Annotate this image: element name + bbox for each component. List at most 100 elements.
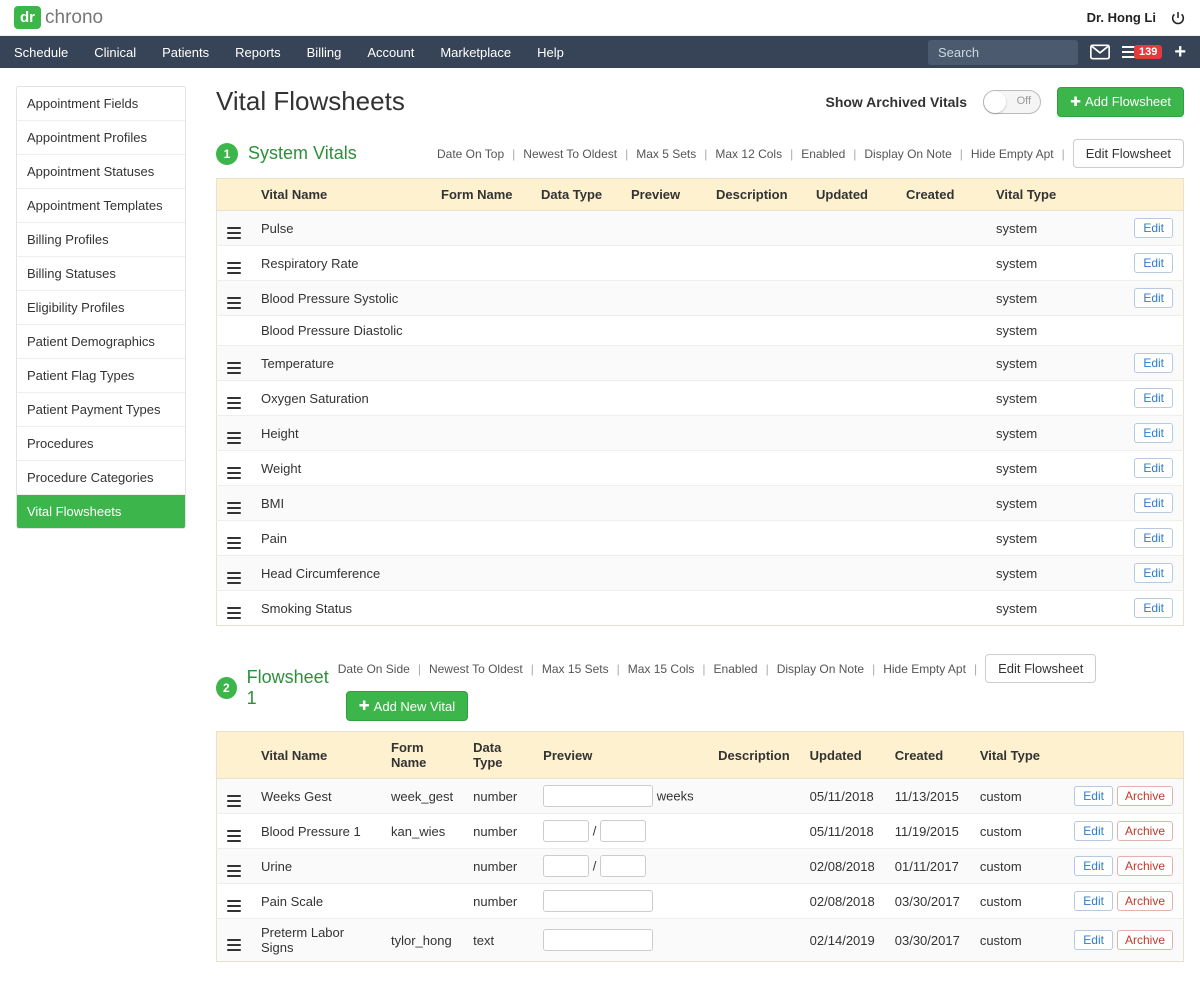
nav-item[interactable]: Help [537,45,564,60]
edit-button[interactable]: Edit [1134,563,1173,583]
edit-button[interactable]: Edit [1074,856,1113,876]
drag-handle-icon[interactable] [227,572,241,584]
vital-name: Pulse [251,211,431,246]
edit-button[interactable]: Edit [1134,458,1173,478]
section1-number: 1 [216,143,238,165]
archive-button[interactable]: Archive [1117,891,1173,911]
edit-flowsheet-button[interactable]: Edit Flowsheet [1073,139,1184,168]
nav-item[interactable]: Clinical [94,45,136,60]
preview-input[interactable] [543,785,653,807]
preview-input[interactable] [600,820,646,842]
edit-button[interactable]: Edit [1074,930,1113,950]
mail-icon[interactable] [1090,44,1110,60]
nav-item[interactable]: Billing [307,45,342,60]
option-item[interactable]: Newest To Oldest [523,147,617,161]
sidebar-item[interactable]: Appointment Templates [17,189,185,223]
sidebar-item[interactable]: Procedures [17,427,185,461]
edit-button[interactable]: Edit [1134,423,1173,443]
notifications[interactable]: 139 [1122,45,1162,59]
section2-header: 2 Flowsheet 1 Date On Side|Newest To Old… [216,654,1184,721]
nav-item[interactable]: Reports [235,45,281,60]
archive-button[interactable]: Archive [1117,786,1173,806]
user-name: Dr. Hong Li [1087,10,1156,25]
sidebar-item[interactable]: Eligibility Profiles [17,291,185,325]
option-item[interactable]: Display On Note [864,147,951,161]
preview-input[interactable] [600,855,646,877]
archive-button[interactable]: Archive [1117,930,1173,950]
drag-handle-icon[interactable] [227,900,241,912]
edit-button[interactable]: Edit [1134,288,1173,308]
drag-handle-icon[interactable] [227,607,241,619]
preview-input[interactable] [543,929,653,951]
column-header: Description [706,179,806,211]
drag-handle-icon[interactable] [227,865,241,877]
sidebar-item[interactable]: Appointment Statuses [17,155,185,189]
preview-input[interactable] [543,890,653,912]
option-item[interactable]: Date On Side [338,662,410,676]
sidebar-item[interactable]: Procedure Categories [17,461,185,495]
option-item[interactable]: Max 15 Cols [628,662,695,676]
drag-handle-icon[interactable] [227,537,241,549]
sidebar-item[interactable]: Patient Demographics [17,325,185,359]
option-item[interactable]: Date On Top [437,147,504,161]
drag-handle-icon[interactable] [227,297,241,309]
option-item[interactable]: Max 12 Cols [715,147,782,161]
option-item[interactable]: Enabled [801,147,845,161]
edit-button[interactable]: Edit [1134,353,1173,373]
sidebar-item[interactable]: Appointment Profiles [17,121,185,155]
archive-button[interactable]: Archive [1117,821,1173,841]
archive-button[interactable]: Archive [1117,856,1173,876]
option-item[interactable]: Display On Note [777,662,864,676]
preview-input[interactable] [543,855,589,877]
nav-item[interactable]: Account [367,45,414,60]
nav-item[interactable]: Patients [162,45,209,60]
edit-button[interactable]: Edit [1134,493,1173,513]
drag-handle-icon[interactable] [227,362,241,374]
sidebar-item[interactable]: Vital Flowsheets [17,495,185,528]
power-icon[interactable] [1170,10,1186,26]
edit-button[interactable]: Edit [1134,388,1173,408]
edit-button[interactable]: Edit [1134,598,1173,618]
vital-name: Smoking Status [251,591,431,626]
edit-button[interactable]: Edit [1074,786,1113,806]
drag-handle-icon[interactable] [227,795,241,807]
option-item[interactable]: Max 5 Sets [636,147,696,161]
option-item[interactable]: Hide Empty Apt [971,147,1054,161]
system-vitals-table: Vital NameForm NameData TypePreviewDescr… [216,178,1184,626]
edit-button[interactable]: Edit [1134,218,1173,238]
add-new-vital-button[interactable]: ✚ Add New Vital [346,691,468,721]
edit-button[interactable]: Edit [1074,821,1113,841]
sidebar-item[interactable]: Appointment Fields [17,87,185,121]
preview-input[interactable] [543,820,589,842]
preview-cell: weeks [533,779,708,814]
sidebar-item[interactable]: Billing Statuses [17,257,185,291]
drag-handle-icon[interactable] [227,939,241,951]
edit-button[interactable]: Edit [1134,528,1173,548]
option-item[interactable]: Newest To Oldest [429,662,523,676]
option-item[interactable]: Hide Empty Apt [883,662,966,676]
sidebar-item[interactable]: Patient Flag Types [17,359,185,393]
drag-handle-icon[interactable] [227,262,241,274]
drag-handle-icon[interactable] [227,432,241,444]
option-item[interactable]: Enabled [714,662,758,676]
brand-logo: dr [14,6,41,29]
search-input[interactable] [928,40,1078,65]
table-row: PulsesystemEdit [217,211,1184,246]
option-item[interactable]: Max 15 Sets [542,662,609,676]
nav-item[interactable]: Schedule [14,45,68,60]
add-icon[interactable]: + [1174,42,1186,62]
drag-handle-icon[interactable] [227,397,241,409]
sidebar-item[interactable]: Patient Payment Types [17,393,185,427]
add-flowsheet-button[interactable]: ✚ Add Flowsheet [1057,87,1184,117]
archived-toggle[interactable]: Off [983,90,1041,114]
drag-handle-icon[interactable] [227,467,241,479]
created: 11/13/2015 [885,779,970,814]
edit-button[interactable]: Edit [1134,253,1173,273]
nav-item[interactable]: Marketplace [440,45,511,60]
drag-handle-icon[interactable] [227,502,241,514]
edit-button[interactable]: Edit [1074,891,1113,911]
drag-handle-icon[interactable] [227,227,241,239]
edit-flowsheet-button[interactable]: Edit Flowsheet [985,654,1096,683]
sidebar-item[interactable]: Billing Profiles [17,223,185,257]
drag-handle-icon[interactable] [227,830,241,842]
